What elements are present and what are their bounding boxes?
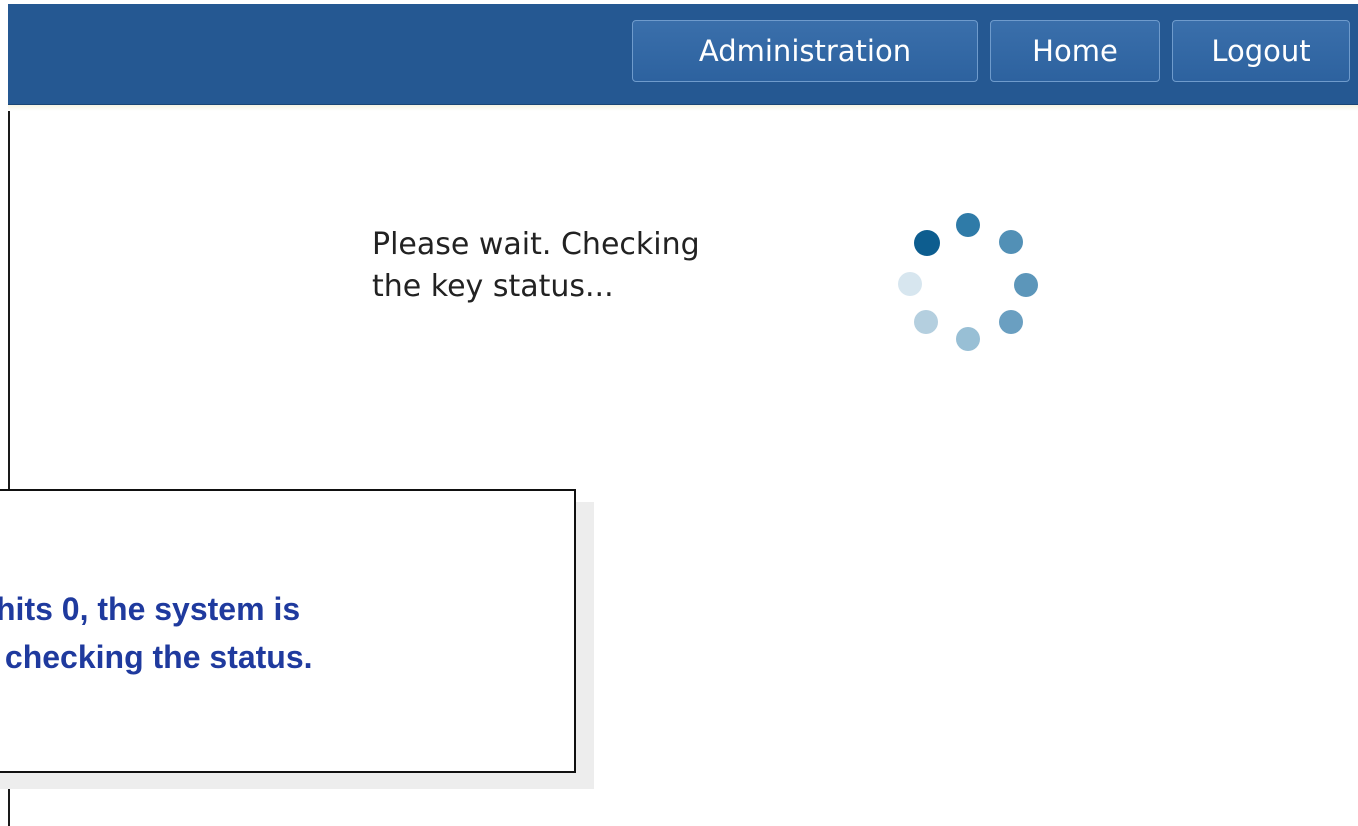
callout-text: hits 0, the system is checking the statu… [0,585,576,681]
spinner-dot [1014,273,1038,297]
spinner-dot [956,327,980,351]
header-underline [8,105,1358,111]
loading-spinner-icon [898,213,1038,351]
spinner-dot [914,310,938,334]
top-header-bar: Administration Home Logout [8,4,1358,105]
spinner-dot [999,230,1023,254]
status-message: Please wait. Checking the key status... [372,224,872,308]
annotation-callout-box: hits 0, the system is checking the statu… [0,489,576,773]
spinner-dot [898,272,922,296]
administration-button[interactable]: Administration [632,20,978,82]
page: Administration Home Logout Please wait. … [0,0,1358,826]
home-button[interactable]: Home [990,20,1160,82]
status-message-line-1: Please wait. Checking [372,227,700,262]
top-nav: Administration Home Logout [632,20,1350,82]
status-message-line-2: the key status... [372,269,614,304]
callout-line-2: checking the status. [0,639,313,675]
spinner-dot [999,310,1023,334]
spinner-dot [956,213,980,237]
spinner-dot [914,230,940,256]
callout-line-1: hits 0, the system is [0,591,301,627]
logout-button[interactable]: Logout [1172,20,1350,82]
